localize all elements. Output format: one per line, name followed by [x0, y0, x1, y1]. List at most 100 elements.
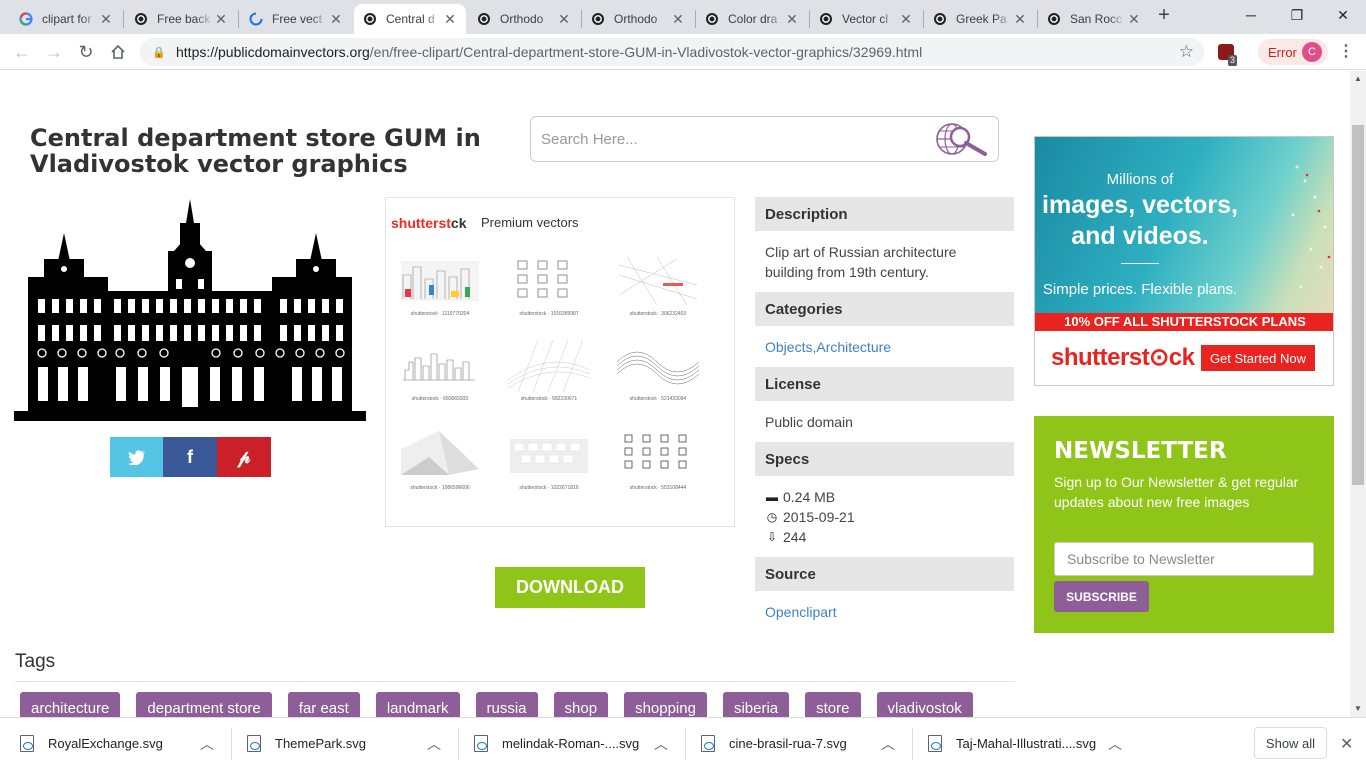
close-tab-icon[interactable]: ✕	[898, 11, 914, 27]
tag-shop[interactable]: shop	[553, 692, 609, 717]
premium-vectors-ad[interactable]: shutterstck Premium vectors shutterstock…	[385, 197, 735, 527]
tab-3[interactable]: Free vect ✕	[240, 4, 352, 34]
ad-thumbnail[interactable]: shutterstock · 1022671816	[508, 429, 590, 491]
close-tab-icon[interactable]: ✕	[213, 11, 229, 27]
shutterstock-promo-banner[interactable]: Millions of images, vectors, and videos.…	[1034, 136, 1334, 386]
close-tab-icon[interactable]: ✕	[670, 11, 686, 27]
categories-heading: Categories	[755, 292, 1014, 326]
chevron-up-icon[interactable]: ︿	[881, 734, 895, 754]
chevron-up-icon[interactable]: ︿	[200, 734, 214, 754]
promo-offer: 10% OFF ALL SHUTTERSTOCK PLANS	[1035, 313, 1333, 331]
newsletter-email-input[interactable]	[1054, 542, 1314, 576]
url-path: /en/free-clipart/Central-department-stor…	[369, 44, 923, 60]
tab-6[interactable]: Orthodo ✕	[582, 4, 694, 34]
download-item[interactable]: Taj-Mahal-Illustrati....svg ︿	[928, 718, 1128, 768]
close-tab-icon[interactable]: ✕	[556, 11, 572, 27]
lock-icon[interactable]: 🔒	[152, 46, 166, 59]
forward-button[interactable]: →	[40, 38, 68, 66]
page-scrollbar[interactable]: ▲ ▼	[1350, 71, 1366, 717]
close-window-button[interactable]: ✕	[1320, 0, 1366, 30]
pdv-icon	[590, 11, 606, 27]
tab-1[interactable]: clipart for ✕	[10, 4, 122, 34]
download-item[interactable]: ThemePark.svg ︿	[247, 718, 447, 768]
close-tab-icon[interactable]: ✕	[98, 11, 114, 27]
page-content: Central department store GUM in Vladivos…	[0, 71, 1350, 717]
home-button[interactable]	[104, 38, 132, 66]
ad-thumbnail[interactable]: shutterstock · 553108444	[617, 429, 699, 491]
ad-thumbnail[interactable]: shutterstock · 1119770204	[399, 255, 481, 317]
download-item[interactable]: melindak-Roman-....svg ︿	[474, 718, 674, 768]
scroll-down-arrow-icon[interactable]: ▼	[1350, 701, 1366, 717]
pdv-icon	[476, 11, 492, 27]
tag-shopping[interactable]: shopping	[624, 692, 707, 717]
tab-4-active[interactable]: Central d ✕	[354, 4, 466, 34]
ad-thumbnail[interactable]: shutterstock · 1016389987	[508, 255, 590, 317]
spec-date: ◷ 2015-09-21	[766, 509, 855, 525]
newsletter-heading: NEWSLETTER	[1054, 438, 1227, 464]
svg-file-icon	[247, 735, 261, 752]
close-tab-icon[interactable]: ✕	[442, 11, 458, 27]
profile-error-chip[interactable]: Error C	[1258, 39, 1328, 65]
chevron-up-icon[interactable]: ︿	[654, 734, 668, 754]
chevron-up-icon[interactable]: ︿	[427, 734, 441, 754]
address-bar[interactable]: 🔒 https://publicdomainvectors.org/en/fre…	[140, 38, 1204, 66]
pdv-icon	[704, 11, 720, 27]
bookmark-star-icon[interactable]: ☆	[1179, 42, 1194, 62]
thumbnail-caption: shutterstock · 582230671	[520, 396, 578, 402]
source-link[interactable]: Openclipart	[765, 602, 1005, 622]
subscribe-button[interactable]: SUBSCRIBE	[1054, 581, 1149, 612]
tab-2[interactable]: Free back ✕	[125, 4, 237, 34]
kebab-menu-icon[interactable]: ⋮	[1336, 42, 1356, 62]
facebook-share-button[interactable]: f	[163, 437, 217, 477]
reload-button[interactable]: ↻	[72, 38, 100, 66]
hard-drive-icon: ▬	[766, 490, 778, 504]
close-tab-icon[interactable]: ✕	[784, 11, 800, 27]
show-all-downloads-button[interactable]: Show all	[1254, 727, 1327, 759]
tag-siberia[interactable]: siberia	[722, 692, 790, 717]
download-item[interactable]: cine-brasil-rua-7.svg ︿	[701, 718, 901, 768]
ad-thumbnail[interactable]: shutterstock · 521433094	[617, 340, 699, 402]
tag-architecture[interactable]: architecture	[20, 692, 121, 717]
tag-store[interactable]: store	[805, 692, 861, 717]
tab-9[interactable]: Greek Pa ✕	[924, 4, 1036, 34]
tab-7[interactable]: Color dra ✕	[696, 4, 808, 34]
tab-10[interactable]: San Rocc ✕	[1038, 4, 1150, 34]
download-button[interactable]: DOWNLOAD	[495, 567, 645, 608]
ad-thumbnail[interactable]: shutterstock · 683665933	[399, 340, 481, 402]
ad-thumbnail[interactable]: shutterstock · 582230671	[508, 340, 590, 402]
restore-button[interactable]: ❐	[1274, 0, 1320, 30]
pdv-icon	[818, 11, 834, 27]
ad-thumbnail[interactable]: shutterstock · 306232403	[617, 255, 699, 317]
thumbnail-caption: shutterstock · 683665933	[411, 396, 469, 402]
close-tab-icon[interactable]: ✕	[328, 11, 344, 27]
close-shelf-icon[interactable]: ✕	[1340, 734, 1353, 754]
close-tab-icon[interactable]: ✕	[1012, 11, 1028, 27]
get-started-button[interactable]: Get Started Now	[1201, 345, 1315, 371]
tag-department-store[interactable]: department store	[136, 692, 272, 717]
pinterest-share-button[interactable]: 𝓅	[217, 437, 271, 477]
new-tab-button[interactable]: +	[1150, 0, 1178, 30]
ad-thumbnail[interactable]: shutterstock · 1086596606	[399, 429, 481, 491]
tag-russia[interactable]: russia	[475, 692, 538, 717]
tag-landmark[interactable]: landmark	[375, 692, 460, 717]
search-input[interactable]	[541, 127, 921, 151]
scrollbar-thumb[interactable]	[1352, 125, 1364, 485]
tag-vladivostok[interactable]: vladivostok	[876, 692, 973, 717]
description-heading: Description	[755, 197, 1014, 231]
tab-5[interactable]: Orthodo ✕	[468, 4, 580, 34]
twitter-icon	[128, 449, 145, 465]
download-item[interactable]: RoyalExchange.svg ︿	[20, 718, 220, 768]
close-tab-icon[interactable]: ✕	[1126, 11, 1142, 27]
back-button[interactable]: ←	[8, 38, 36, 66]
chevron-up-icon[interactable]: ︿	[1108, 734, 1122, 754]
scroll-up-arrow-icon[interactable]: ▲	[1350, 71, 1366, 87]
minimize-button[interactable]: ─	[1228, 0, 1274, 30]
ad-title: Premium vectors	[481, 215, 579, 230]
categories-link[interactable]: Objects,Architecture	[765, 337, 1005, 357]
tab-title: Orthodo	[614, 12, 658, 26]
twitter-share-button[interactable]	[110, 437, 164, 477]
tab-8[interactable]: Vector cl ✕	[810, 4, 922, 34]
search-button[interactable]	[930, 120, 990, 158]
pdv-icon	[133, 11, 149, 27]
tag-far-east[interactable]: far east	[287, 692, 360, 717]
